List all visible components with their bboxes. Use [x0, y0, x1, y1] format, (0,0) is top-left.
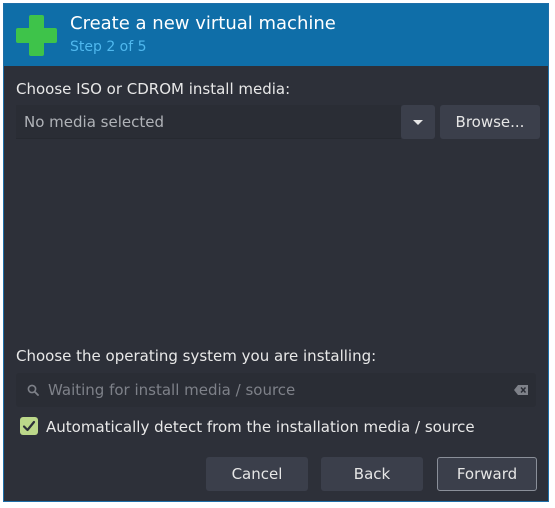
install-media-dropdown-button[interactable] [401, 105, 435, 139]
install-media-value: No media selected [24, 113, 164, 131]
dialog-title: Create a new virtual machine [70, 13, 336, 34]
browse-button[interactable]: Browse... [440, 105, 540, 139]
search-icon [27, 384, 39, 396]
dialog-header: Create a new virtual machine Step 2 of 5 [4, 4, 548, 66]
os-search-placeholder: Waiting for install media / source [48, 381, 296, 399]
install-media-combo[interactable]: No media selected [16, 105, 401, 139]
chevron-down-icon [413, 120, 423, 125]
check-icon [22, 420, 36, 432]
cancel-button[interactable]: Cancel [206, 457, 308, 491]
back-button[interactable]: Back [321, 457, 423, 491]
install-media-label: Choose ISO or CDROM install media: [16, 80, 291, 98]
plus-icon [16, 15, 57, 56]
clear-icon[interactable] [513, 384, 529, 396]
forward-button[interactable]: Forward [437, 457, 537, 491]
auto-detect-label[interactable]: Automatically detect from the installati… [46, 418, 475, 436]
step-indicator: Step 2 of 5 [70, 39, 147, 55]
os-search-input[interactable]: Waiting for install media / source [16, 373, 536, 407]
auto-detect-checkbox[interactable] [20, 417, 38, 435]
new-vm-dialog: Create a new virtual machine Step 2 of 5… [3, 3, 549, 502]
os-label: Choose the operating system you are inst… [16, 347, 377, 365]
